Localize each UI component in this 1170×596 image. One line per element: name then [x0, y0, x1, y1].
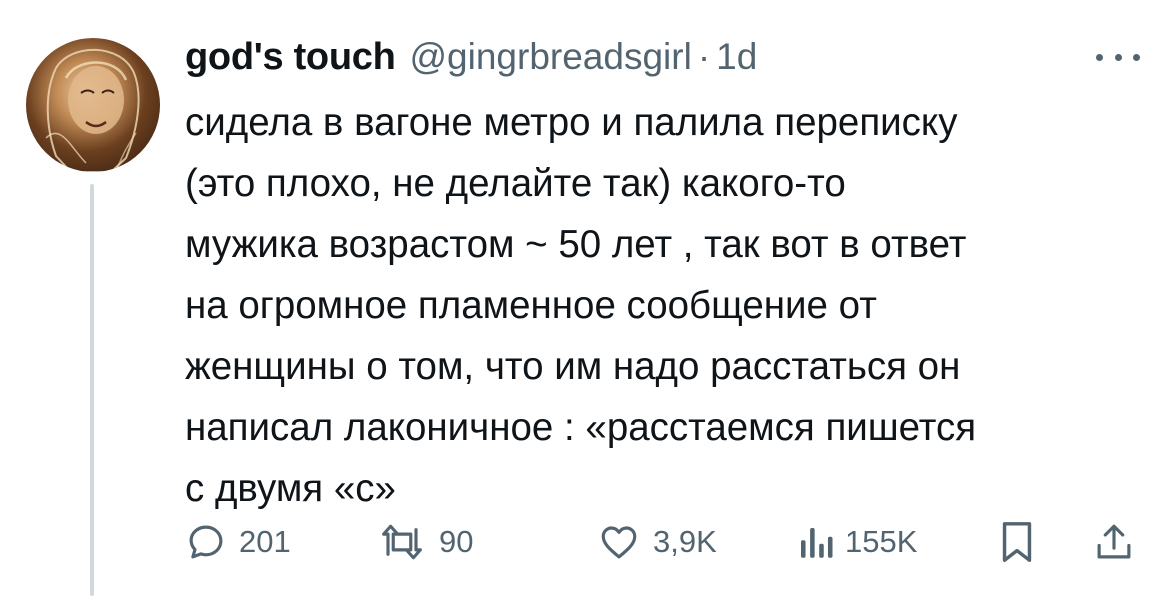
thread-connector-line — [90, 184, 94, 596]
like-button[interactable]: 3,9K — [597, 518, 717, 566]
author-handle[interactable]: @gingrbreadsgirl — [410, 36, 692, 78]
share-upload-icon — [1097, 524, 1131, 559]
tweet-text: сидела в вагоне метро и палила переписку… — [185, 92, 1140, 519]
more-horizontal-icon — [1114, 53, 1122, 61]
author-display-name[interactable]: god's touch — [185, 36, 396, 79]
avatar[interactable] — [26, 38, 160, 172]
tweet-timestamp[interactable]: 1d — [716, 36, 757, 78]
tweet-text-line: (это плохо, не делайте так) какого-то — [185, 162, 846, 205]
views-count: 155K — [845, 524, 918, 559]
tweet-text-line: женщины о том, что им надо расстаться он — [185, 345, 961, 388]
views-button[interactable]: 155K — [797, 518, 917, 566]
more-horizontal-icon — [1133, 53, 1140, 61]
tweet-text-line: сидела в вагоне метро и палила переписку — [185, 101, 958, 144]
share-button[interactable] — [1093, 518, 1135, 566]
tweet-text-line: мужика возрастом ~ 50 лет , так вот в от… — [185, 223, 967, 266]
bookmark-button[interactable] — [997, 518, 1037, 566]
like-count: 3,9K — [653, 524, 717, 559]
reply-button[interactable]: 201 — [185, 518, 291, 566]
tweet-header: god's touch @gingrbreadsgirl · 1d — [185, 36, 757, 84]
reply-bubble-icon — [189, 525, 223, 559]
retweet-icon — [382, 524, 422, 560]
retweet-button[interactable]: 90 — [377, 518, 473, 566]
tweet-text-line: с двумя «с» — [185, 467, 396, 510]
reply-count: 201 — [239, 524, 291, 559]
bar-chart-icon — [801, 528, 833, 558]
tweet-text-line: на огромное пламенное сообщение от — [185, 284, 877, 327]
tweet-text-line: написал лаконичное : «расстаемся пишется — [185, 406, 977, 449]
bookmark-icon — [1002, 522, 1032, 562]
avatar-image — [45, 48, 140, 172]
retweet-count: 90 — [439, 524, 474, 559]
heart-icon — [601, 526, 637, 559]
more-horizontal-icon — [1096, 53, 1103, 61]
header-separator: · — [697, 36, 711, 77]
tweet-actions-bar: 201 90 3,9K 155K — [185, 518, 1145, 566]
more-options-button[interactable] — [1096, 42, 1140, 72]
tweet-card[interactable]: god's touch @gingrbreadsgirl · 1d сидела… — [0, 0, 1170, 596]
